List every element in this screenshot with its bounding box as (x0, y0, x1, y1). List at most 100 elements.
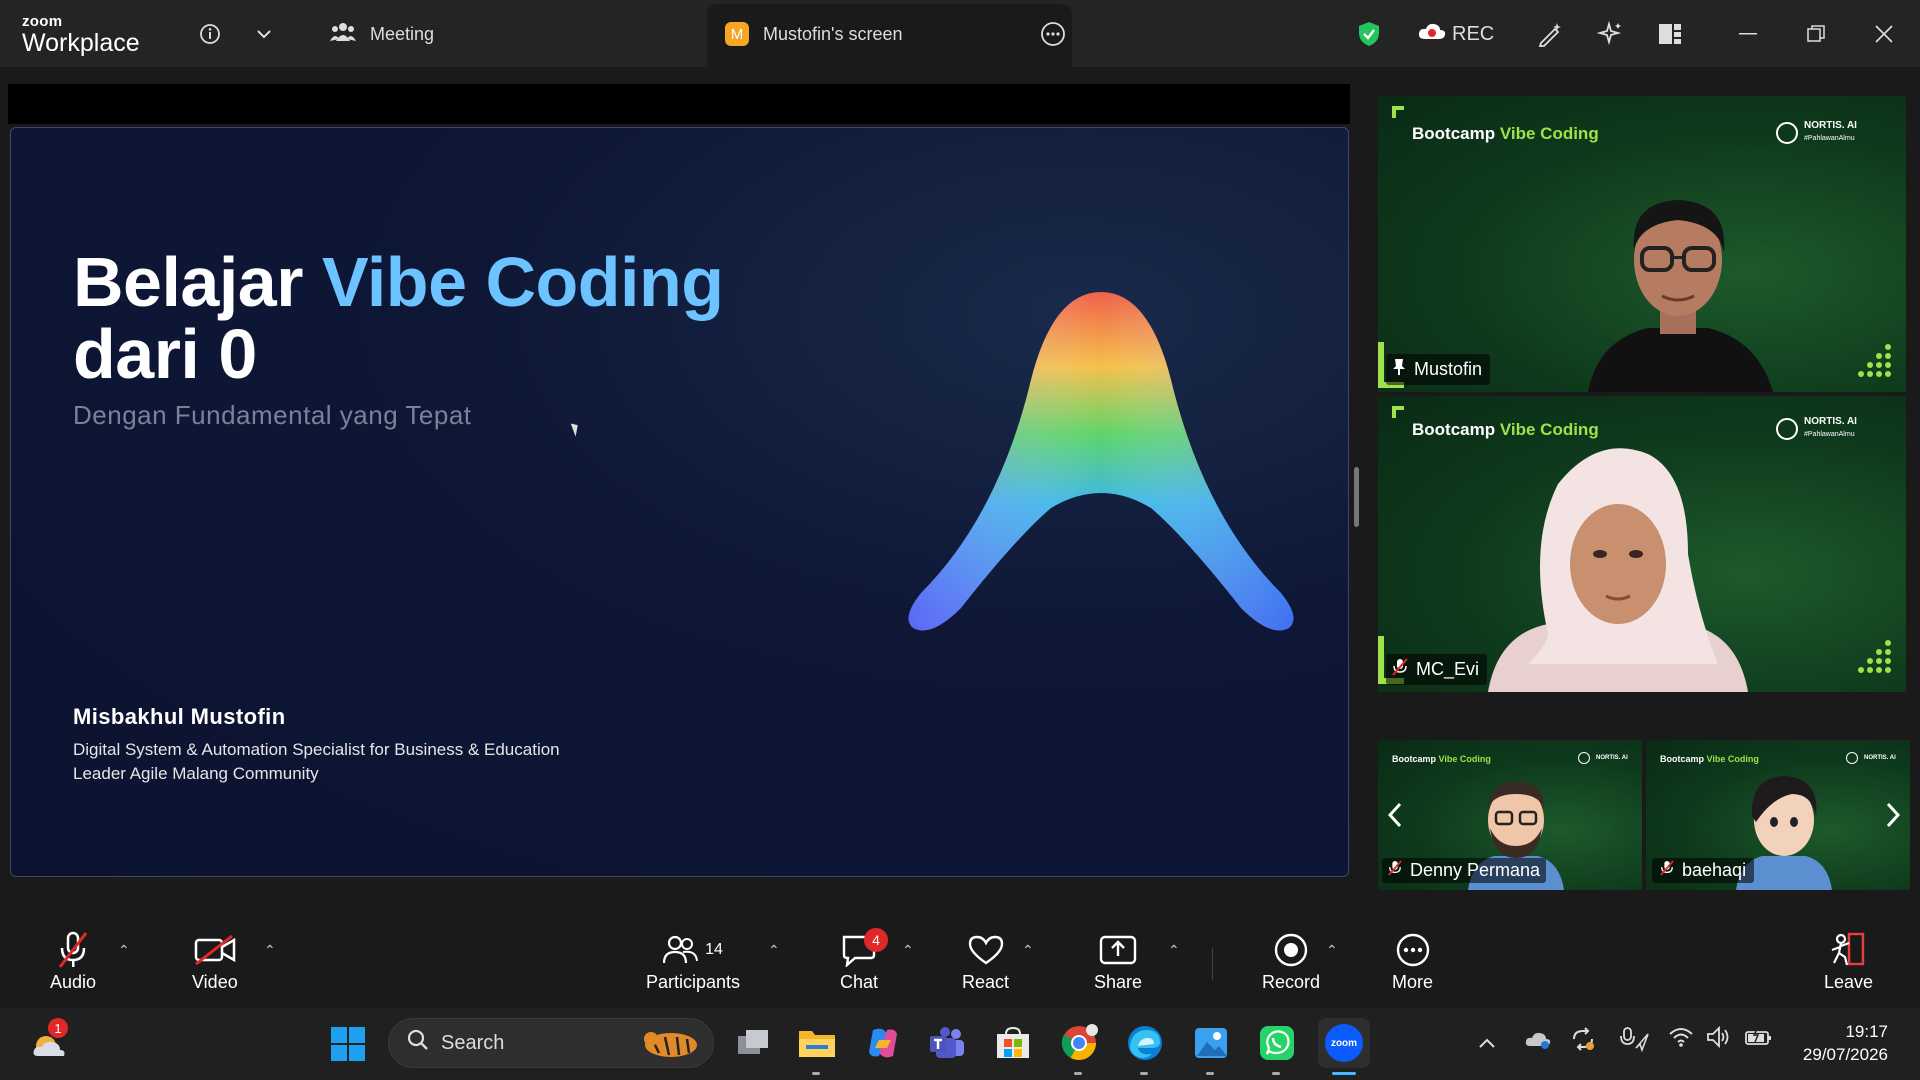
participant-name-tag: MC_Evi (1386, 654, 1488, 685)
audio-options-chevron-icon[interactable]: ⌃ (118, 942, 130, 959)
nortis-logo: NORTIS. AI #PahlawanAlmu (1776, 416, 1857, 441)
react-button[interactable]: React (962, 928, 1009, 993)
share-screen-icon (1099, 928, 1137, 972)
restore-icon[interactable] (1804, 20, 1828, 48)
search-placeholder: Search (441, 1031, 505, 1054)
speaker-role-2: Leader Agile Malang Community (73, 764, 319, 783)
participants-label: Participants (646, 972, 741, 992)
bootcamp-accent: Vibe Coding (1706, 754, 1759, 764)
video-options-chevron-icon[interactable]: ⌃ (264, 942, 276, 959)
gallery-prev-button[interactable] (1384, 798, 1406, 832)
system-clock[interactable]: 19:17 29/07/2026 (1803, 1020, 1888, 1066)
speaker-role-1: Digital System & Automation Specialist f… (73, 740, 560, 759)
tab-screen-label: Mustofin's screen (763, 23, 903, 44)
record-button[interactable]: Record (1262, 928, 1320, 993)
sync-icon[interactable] (1570, 1026, 1596, 1058)
nortis-label: NORTIS. AI (1804, 120, 1857, 131)
participants-icon (330, 21, 356, 48)
shield-icon[interactable] (1355, 20, 1383, 48)
chat-unread-badge: 4 (864, 928, 888, 952)
participants-count: 14 (705, 941, 723, 958)
ai-companion-icon[interactable] (1596, 20, 1624, 48)
speaker-info: Misbakhul Mustofin Digital System & Auto… (73, 704, 560, 786)
more-button[interactable]: More (1392, 928, 1433, 993)
leave-icon (1829, 928, 1869, 972)
record-options-chevron-icon[interactable]: ⌃ (1326, 942, 1338, 959)
view-layout-icon[interactable] (1656, 20, 1684, 48)
photos-icon[interactable] (1190, 1022, 1232, 1064)
search-highlight-icon (639, 1025, 703, 1067)
video-panel-mustofin[interactable]: Bootcamp Vibe Coding NORTIS. AI #Pahlawan… (1378, 96, 1906, 392)
participants-button[interactable]: 14 Participants (646, 928, 740, 993)
react-options-chevron-icon[interactable]: ⌃ (1022, 942, 1034, 959)
show-hidden-icons-chevron-icon[interactable] (1478, 1032, 1496, 1055)
edge-icon[interactable] (1124, 1022, 1166, 1064)
panel-resize-handle[interactable] (1354, 467, 1359, 527)
file-explorer-icon[interactable] (796, 1022, 838, 1064)
mic-muted-icon (1660, 860, 1674, 881)
participant-name: Denny Permana (1410, 860, 1541, 880)
copilot-icon[interactable] (862, 1022, 904, 1064)
gallery-next-button[interactable] (1882, 798, 1904, 832)
participants-options-chevron-icon[interactable]: ⌃ (768, 942, 780, 959)
video-panel-denny-permana[interactable]: Bootcamp Vibe Coding NORTIS. AI Denny Pe… (1378, 740, 1642, 890)
bootcamp-prefix: Bootcamp (1392, 754, 1439, 764)
rec-label: REC (1452, 22, 1495, 45)
video-button[interactable]: Video (192, 928, 238, 993)
search-icon (407, 1029, 429, 1057)
chevron-down-icon[interactable] (252, 20, 276, 48)
participant-name-tag: Mustofin (1386, 354, 1491, 385)
brand-bottom: Workplace (22, 29, 140, 57)
battery-charging-icon[interactable] (1744, 1026, 1772, 1054)
share-label: Share (1094, 972, 1143, 992)
mic-muted-icon (1388, 860, 1402, 881)
video-panel-baehaqi[interactable]: Bootcamp Vibe Coding NORTIS. AI baehaqi (1646, 740, 1910, 890)
running-indicator (1206, 1072, 1214, 1075)
rec-indicator[interactable]: REC (1418, 20, 1498, 48)
tab-meeting[interactable]: Meeting (330, 18, 434, 50)
microsoft-store-icon[interactable] (992, 1022, 1034, 1064)
share-options-chevron-icon[interactable]: ⌃ (1168, 942, 1180, 959)
volume-icon[interactable] (1706, 1025, 1732, 1054)
wifi-icon[interactable] (1668, 1026, 1694, 1054)
onedrive-icon[interactable] (1524, 1028, 1552, 1056)
running-indicator (1074, 1072, 1082, 1075)
shared-screen[interactable]: Belajar Vibe Coding dari 0 Dengan Fundam… (10, 127, 1349, 877)
running-indicator (1272, 1072, 1280, 1075)
screen-owner-avatar: M (725, 22, 749, 46)
whatsapp-icon[interactable] (1256, 1022, 1298, 1064)
toolbar-separator (1212, 948, 1213, 980)
chrome-icon[interactable] (1058, 1022, 1100, 1064)
close-icon[interactable] (1872, 20, 1896, 48)
zoom-app-icon[interactable]: zoom (1318, 1018, 1370, 1068)
tab-screen-share-content[interactable]: M Mustofin's screen (725, 18, 903, 50)
share-button[interactable]: Share (1094, 928, 1142, 993)
mic-muted-icon (56, 928, 90, 972)
participant-name: MC_Evi (1416, 659, 1480, 679)
nortis-label: NORTIS. AI (1804, 416, 1857, 427)
video-panel-mc-evi[interactable]: Bootcamp Vibe Coding NORTIS. AI #Pahlawan… (1378, 396, 1906, 692)
participant-video (1578, 180, 1778, 392)
stage-top-band (8, 84, 1350, 124)
nortis-logo: NORTIS. AI #PahlawanAlmu (1776, 120, 1857, 145)
bootcamp-prefix: Bootcamp (1412, 420, 1500, 439)
task-view-icon[interactable] (732, 1022, 774, 1064)
start-button[interactable] (330, 1026, 366, 1062)
minimize-icon[interactable] (1736, 20, 1760, 48)
info-icon[interactable] (196, 20, 224, 48)
slide-title: Belajar Vibe Coding dari 0 (73, 246, 724, 393)
audio-button[interactable]: Audio (50, 928, 96, 993)
teams-icon[interactable] (926, 1022, 968, 1064)
slide-title-line2: dari 0 (73, 315, 257, 393)
annotate-icon[interactable] (1536, 20, 1564, 48)
more-options-icon[interactable] (1040, 20, 1066, 48)
participant-name: baehaqi (1682, 860, 1747, 880)
participant-name-tag: Denny Permana (1382, 858, 1547, 883)
gradient-arch-logo (901, 278, 1301, 638)
speaker-name: Misbakhul Mustofin (73, 704, 286, 729)
chat-options-chevron-icon[interactable]: ⌃ (902, 942, 914, 959)
taskbar-search[interactable]: Search (388, 1018, 714, 1068)
leave-button[interactable]: Leave (1824, 928, 1873, 993)
microphone-in-use-icon[interactable] (1620, 1026, 1650, 1058)
participant-name: Mustofin (1414, 359, 1483, 379)
